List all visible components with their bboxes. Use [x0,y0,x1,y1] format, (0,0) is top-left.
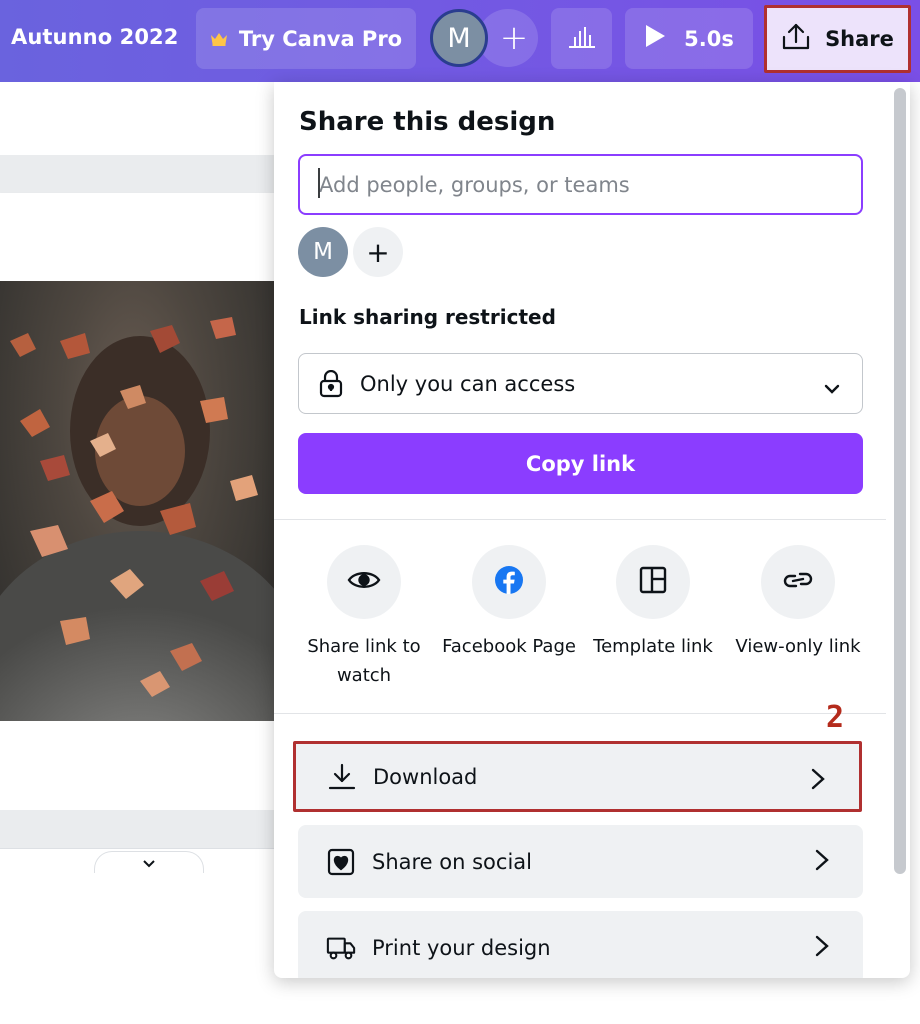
view-only-link-label: View-only link [735,636,861,657]
play-icon [644,24,666,53]
present-button[interactable]: 5.0s [625,8,753,69]
share-panel-title: Share this design [299,107,556,137]
copy-link-button[interactable]: Copy link [298,433,863,494]
share-link-to-watch-action[interactable]: Share link to watch [289,545,439,690]
share-button[interactable]: Share [764,5,911,73]
try-canva-pro-button[interactable]: Try Canva Pro [196,8,416,69]
pages-toggle[interactable] [94,851,204,873]
collaborator-avatar[interactable]: M [298,227,348,277]
chevron-right-icon [815,935,829,962]
design-photo[interactable] [0,281,276,721]
download-row[interactable]: Download [293,741,862,812]
section-divider [274,519,886,520]
section-divider [274,713,886,714]
annotation-marker-2: 2 [826,700,845,735]
chevron-down-icon [824,375,840,399]
share-upload-icon [781,23,811,56]
view-only-link-button[interactable] [761,545,835,619]
text-caret [318,168,320,198]
crown-icon [210,27,228,51]
facebook-page-action[interactable]: Facebook Page [434,545,584,661]
chevron-right-icon [811,768,825,795]
template-icon [639,566,667,598]
access-level-select[interactable]: Only you can access [298,353,863,414]
present-duration: 5.0s [684,26,734,51]
canvas-bottom-strip [0,810,280,848]
access-level-value: Only you can access [360,371,576,396]
link-icon [782,568,814,596]
download-label: Download [373,764,478,789]
print-your-design-label: Print your design [372,935,551,960]
facebook-icon [494,565,524,599]
share-link-to-watch-button[interactable] [327,545,401,619]
lock-icon [318,369,344,398]
share-link-to-watch-label: Share link to watch [307,636,421,686]
template-link-action[interactable]: Template link [578,545,728,661]
view-only-link-action[interactable]: View-only link [723,545,873,661]
download-icon [327,762,357,792]
template-link-label: Template link [593,636,713,657]
heart-square-icon [326,847,356,877]
canvas-toolbar-strip [0,155,280,193]
panel-scrollbar-thumb[interactable] [894,88,906,874]
eye-icon [347,569,381,595]
try-canva-pro-label: Try Canva Pro [238,26,403,51]
panel-scrollbar[interactable] [894,88,906,968]
insights-button[interactable] [551,8,612,69]
share-on-social-row[interactable]: Share on social [298,825,863,898]
chevron-right-icon [815,849,829,876]
bar-chart-icon [567,25,597,53]
chevron-down-icon [143,853,155,872]
add-collaborator-small-button[interactable]: + [353,227,403,277]
user-avatar[interactable]: M [430,9,488,67]
autumn-leaves-photo [0,317,276,721]
print-your-design-row[interactable]: Print your design [298,911,863,978]
share-button-label: Share [825,27,894,51]
facebook-page-button[interactable] [472,545,546,619]
truck-icon [326,933,356,963]
document-title[interactable]: Autunno 2022 [11,25,178,49]
template-link-button[interactable] [616,545,690,619]
link-sharing-heading: Link sharing restricted [299,305,556,329]
share-on-social-label: Share on social [372,849,532,874]
facebook-page-label: Facebook Page [442,636,576,657]
add-people-input[interactable] [298,154,863,215]
editor-header: Autunno 2022 Try Canva Pro + M 5.0s Shar… [0,0,920,82]
share-panel: Share this design M + Link sharing restr… [274,82,910,978]
